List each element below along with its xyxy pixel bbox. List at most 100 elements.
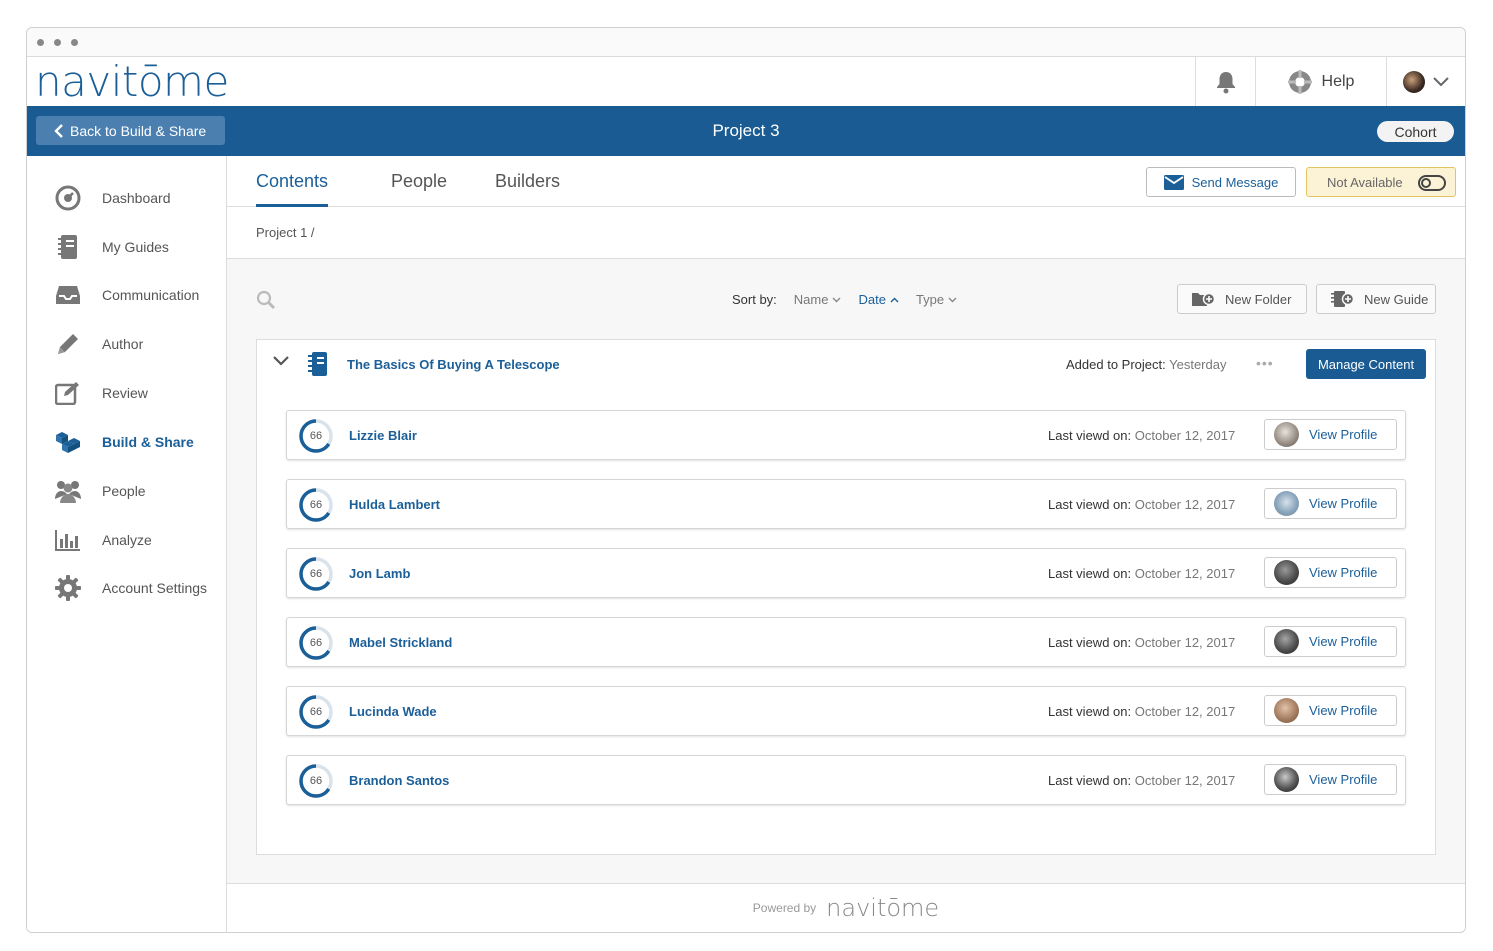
view-profile-button[interactable]: View Profile	[1264, 695, 1397, 726]
view-profile-button[interactable]: View Profile	[1264, 419, 1397, 450]
sort-date-label: Date	[858, 292, 886, 307]
user-menu[interactable]	[1386, 57, 1465, 106]
project-title: Project 3	[712, 121, 780, 140]
guide-title[interactable]: The Basics Of Buying A Telescope	[347, 357, 560, 372]
cohort-button[interactable]: Cohort	[1377, 121, 1454, 142]
tab-contents[interactable]: Contents	[256, 171, 329, 207]
sidebar-item-author[interactable]: Author	[27, 324, 227, 364]
sidebar-item-account-settings[interactable]: Account Settings	[27, 568, 227, 608]
sort-name-option[interactable]: Name	[794, 292, 842, 307]
sidebar-item-analyze[interactable]: Analyze	[27, 520, 227, 560]
person-name[interactable]: Brandon Santos	[349, 773, 449, 788]
new-folder-button[interactable]: New Folder	[1177, 284, 1307, 314]
sort-type-option[interactable]: Type	[916, 292, 957, 307]
sidebar-item-build-share[interactable]: Build & Share	[27, 422, 227, 462]
sidebar-item-label: Review	[102, 385, 148, 401]
person-row: 66 Lizzie Blair Last viewd on: October 12,…	[286, 410, 1406, 460]
progress-value: 66	[309, 637, 323, 649]
sidebar: Dashboard My Guides Communication Author…	[27, 156, 227, 932]
tab-builders[interactable]: Builders	[495, 171, 560, 204]
chevron-down-icon	[832, 297, 841, 302]
breadcrumb[interactable]: Project 1 /	[256, 225, 315, 240]
more-options-icon[interactable]: •••	[1256, 355, 1274, 371]
sidebar-item-people[interactable]: People	[27, 471, 227, 511]
view-profile-button[interactable]: View Profile	[1264, 626, 1397, 657]
toggle-switch[interactable]	[1418, 175, 1446, 191]
view-profile-label: View Profile	[1309, 565, 1378, 580]
sidebar-item-my-guides[interactable]: My Guides	[27, 227, 227, 267]
powered-by-label: Powered by	[752, 901, 817, 915]
send-message-label: Send Message	[1191, 174, 1279, 190]
sidebar-item-dashboard[interactable]: Dashboard	[27, 178, 227, 218]
user-avatar	[1403, 70, 1425, 93]
person-name[interactable]: Mabel Strickland	[349, 635, 452, 650]
view-profile-button[interactable]: View Profile	[1264, 488, 1397, 519]
sort-type-label: Type	[915, 292, 945, 307]
sidebar-item-label: Communication	[102, 287, 200, 303]
app-logo[interactable]: navitōme	[35, 59, 229, 105]
view-profile-label: View Profile	[1309, 703, 1378, 718]
back-button-label: Back to Build & Share	[70, 122, 207, 139]
last-viewed-label: Last viewd on:	[1048, 497, 1132, 512]
view-profile-label: View Profile	[1309, 634, 1378, 649]
sidebar-item-communication[interactable]: Communication	[27, 275, 227, 315]
view-profile-label: View Profile	[1309, 772, 1378, 787]
people-icon	[54, 477, 82, 505]
view-profile-button[interactable]: View Profile	[1264, 557, 1397, 588]
last-viewed-date: October 12, 2017	[1134, 635, 1236, 650]
person-name[interactable]: Lizzie Blair	[349, 428, 417, 443]
person-name[interactable]: Lucinda Wade	[349, 704, 437, 719]
sort-by-label: Sort by:	[732, 292, 777, 307]
sidebar-item-review[interactable]: Review	[27, 373, 227, 413]
person-avatar	[1274, 491, 1299, 516]
back-button[interactable]: Back to Build & Share	[36, 116, 225, 145]
tab-people[interactable]: People	[391, 171, 447, 204]
added-to-project: Added to Project: Yesterday	[1066, 357, 1226, 372]
sidebar-item-label: Account Settings	[102, 580, 208, 596]
search-icon[interactable]	[256, 290, 276, 310]
guide-icon	[308, 352, 327, 376]
person-avatar	[1274, 560, 1299, 585]
sidebar-item-label: Build & Share	[102, 434, 194, 450]
send-message-button[interactable]: Send Message	[1146, 167, 1296, 197]
progress-value: 66	[309, 775, 323, 787]
app-window: navitōme Help Project 3 Back to Build & …	[26, 27, 1466, 933]
added-label: Added to Project:	[1066, 357, 1166, 372]
window-dot	[54, 38, 61, 46]
view-profile-button[interactable]: View Profile	[1264, 764, 1397, 795]
last-viewed-date: October 12, 2017	[1134, 566, 1236, 581]
sort-date-option[interactable]: Date	[858, 292, 899, 307]
last-viewed: Last viewd on: October 12, 2017	[1048, 497, 1235, 512]
manage-content-button[interactable]: Manage Content	[1306, 349, 1426, 379]
person-row: 66 Hulda Lambert Last viewd on: October 12…	[286, 479, 1406, 529]
guide-card: The Basics Of Buying A Telescope Added t…	[256, 339, 1436, 855]
availability-toggle[interactable]: Not Available	[1306, 167, 1456, 197]
help-button[interactable]: Help	[1255, 57, 1386, 106]
main-panel: Contents People Builders Send Message No…	[227, 156, 1465, 932]
chevron-down-icon[interactable]	[273, 356, 289, 366]
window-dot	[71, 38, 78, 46]
person-avatar	[1274, 629, 1299, 654]
last-viewed-date: October 12, 2017	[1134, 497, 1236, 512]
person-row: 66 Jon Lamb Last viewd on: October 12, 201…	[286, 548, 1406, 598]
sidebar-item-label: Analyze	[102, 532, 152, 548]
person-name[interactable]: Jon Lamb	[349, 566, 410, 581]
last-viewed-date: October 12, 2017	[1134, 428, 1236, 443]
dashboard-icon	[54, 184, 82, 212]
guides-icon	[54, 233, 82, 261]
chevron-down-icon	[1433, 76, 1449, 86]
person-name[interactable]: Hulda Lambert	[349, 497, 440, 512]
footer: Powered by navitōme	[227, 883, 1465, 932]
gear-icon	[54, 574, 82, 602]
progress-value: 66	[309, 499, 323, 511]
notifications-button[interactable]	[1195, 57, 1255, 106]
inbox-icon	[54, 281, 82, 309]
sidebar-item-label: People	[102, 483, 146, 499]
bar-chart-icon	[54, 526, 82, 554]
person-row: 66 Mabel Strickland Last viewd on: October…	[286, 617, 1406, 667]
chevron-left-icon	[54, 123, 63, 138]
project-header-bar: Project 3 Back to Build & Share Cohort	[27, 106, 1465, 156]
sort-name-label: Name	[793, 292, 829, 307]
new-guide-button[interactable]: New Guide	[1316, 284, 1436, 314]
blocks-icon	[54, 428, 82, 456]
